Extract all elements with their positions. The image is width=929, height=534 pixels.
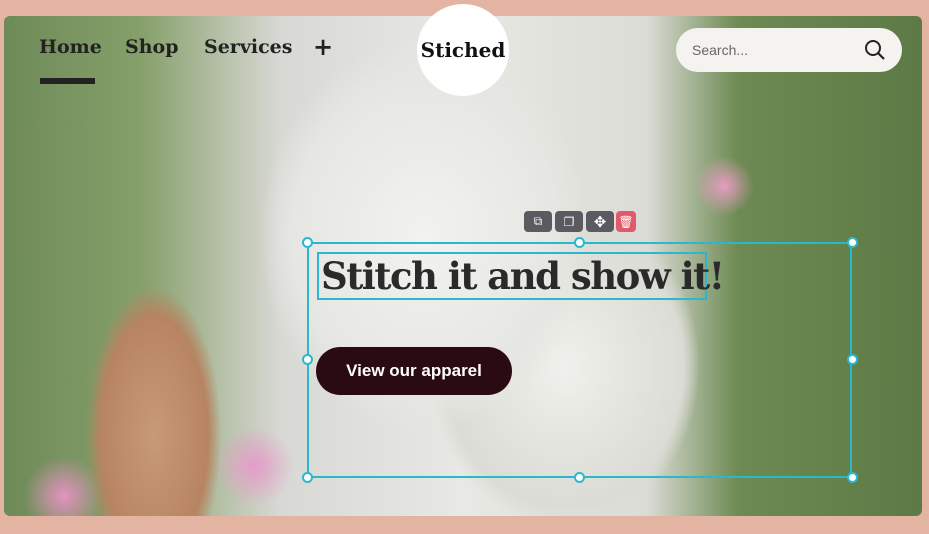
nav-shop[interactable]: Shop	[125, 36, 179, 58]
duplicate-icon[interactable]: ⧉	[524, 211, 552, 232]
logo[interactable]: Stiched	[417, 4, 509, 96]
hero-title[interactable]: Stitch it and show it!	[317, 252, 725, 300]
nav-add-button[interactable]: +	[313, 32, 333, 61]
nav-services[interactable]: Services	[204, 36, 292, 58]
search-icon[interactable]	[864, 39, 886, 61]
resize-handle[interactable]	[302, 472, 313, 483]
resize-handle[interactable]	[574, 237, 585, 248]
move-icon[interactable]: ✥	[586, 211, 614, 232]
active-nav-indicator	[40, 78, 95, 84]
resize-handle[interactable]	[302, 237, 313, 248]
view-apparel-button[interactable]: View our apparel	[316, 347, 512, 395]
search-placeholder: Search...	[692, 42, 749, 58]
resize-handle[interactable]	[847, 237, 858, 248]
trash-icon[interactable]: 🗑	[616, 211, 636, 232]
nav-home[interactable]: Home	[39, 36, 102, 58]
resize-handle[interactable]	[574, 472, 585, 483]
copy-icon[interactable]: ❐	[555, 211, 583, 232]
resize-handle[interactable]	[847, 472, 858, 483]
resize-handle[interactable]	[847, 354, 858, 365]
resize-handle[interactable]	[302, 354, 313, 365]
search-input[interactable]: Search...	[676, 28, 902, 72]
